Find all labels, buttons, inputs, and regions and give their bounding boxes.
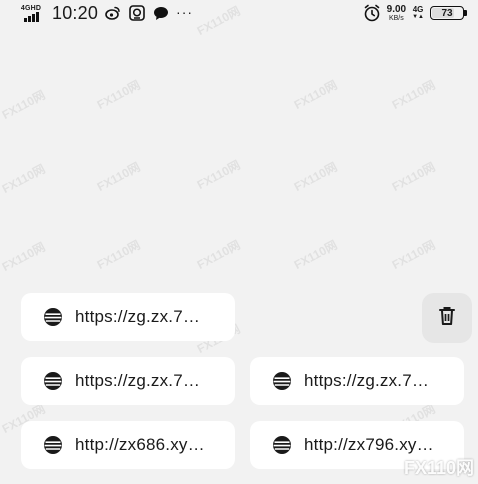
watermark: FX110网 <box>194 157 243 193</box>
more-notifications-indicator: ··· <box>176 4 194 20</box>
history-item-label: https://zg.zx.7… <box>75 371 201 390</box>
watermark: FX110网 <box>389 77 438 113</box>
watermark: FX110网 <box>291 159 340 195</box>
network-speed: 9.00 KB/s <box>386 3 407 22</box>
watermark: FX110网 <box>94 237 143 273</box>
signal-bars-icon <box>23 11 39 22</box>
data-network-label: 4G <box>412 5 424 14</box>
watermark: FX110网 <box>389 237 438 273</box>
watermark: FX110网 <box>0 87 48 123</box>
globe-icon <box>272 371 292 391</box>
status-left: 4GHD 10:20 ··· <box>18 3 193 24</box>
watermark: FX110网 <box>0 161 48 197</box>
watermark: FX110网 <box>94 159 143 195</box>
globe-icon <box>272 435 292 455</box>
status-right: 9.00 KB/s 4G ▼▲ 73 <box>363 3 467 22</box>
app-notification-icon <box>128 4 146 22</box>
signal-indicator: 4GHD <box>18 5 44 22</box>
globe-icon <box>43 371 63 391</box>
network-type-label: 4GHD <box>20 4 42 12</box>
history-item[interactable]: https://zg.zx.7… <box>21 357 235 405</box>
history-item[interactable]: https://zg.zx.7… <box>21 293 235 341</box>
data-arrows-icon: ▼▲ <box>412 14 424 20</box>
clock: 10:20 <box>52 2 99 23</box>
battery-icon: 73 <box>430 6 467 20</box>
history-item-label: https://zg.zx.7… <box>75 307 201 326</box>
watermark: FX110网 <box>389 159 438 195</box>
alarm-clock-icon <box>363 4 381 22</box>
history-item[interactable]: https://zg.zx.7… <box>250 357 464 405</box>
watermark: FX110网 <box>0 239 48 275</box>
data-network-indicator: 4G ▼▲ <box>412 5 424 21</box>
globe-icon <box>43 435 63 455</box>
battery-percent: 73 <box>441 7 453 19</box>
watermark: FX110网 <box>291 77 340 113</box>
history-item-label: https://zg.zx.7… <box>304 371 430 390</box>
history-item-label: http://zx686.xy… <box>75 435 205 454</box>
message-icon <box>152 4 170 22</box>
network-speed-unit: KB/s <box>388 14 404 22</box>
watermark: FX110网 <box>194 237 243 273</box>
globe-icon <box>43 307 63 327</box>
trash-icon <box>437 305 457 332</box>
history-item-label: http://zx796.xy… <box>304 435 434 454</box>
corner-watermark-logo: FX110网 <box>403 458 474 478</box>
history-item[interactable]: http://zx686.xy… <box>21 421 235 469</box>
watermark: FX110网 <box>291 237 340 273</box>
status-bar: 4GHD 10:20 ··· 9.00 KB/s 4G ▼▲ 73 <box>0 0 478 26</box>
network-speed-value: 9.00 <box>386 3 407 15</box>
clear-history-button[interactable] <box>422 293 472 343</box>
watermark: FX110网 <box>94 77 143 113</box>
weibo-icon <box>104 4 122 22</box>
